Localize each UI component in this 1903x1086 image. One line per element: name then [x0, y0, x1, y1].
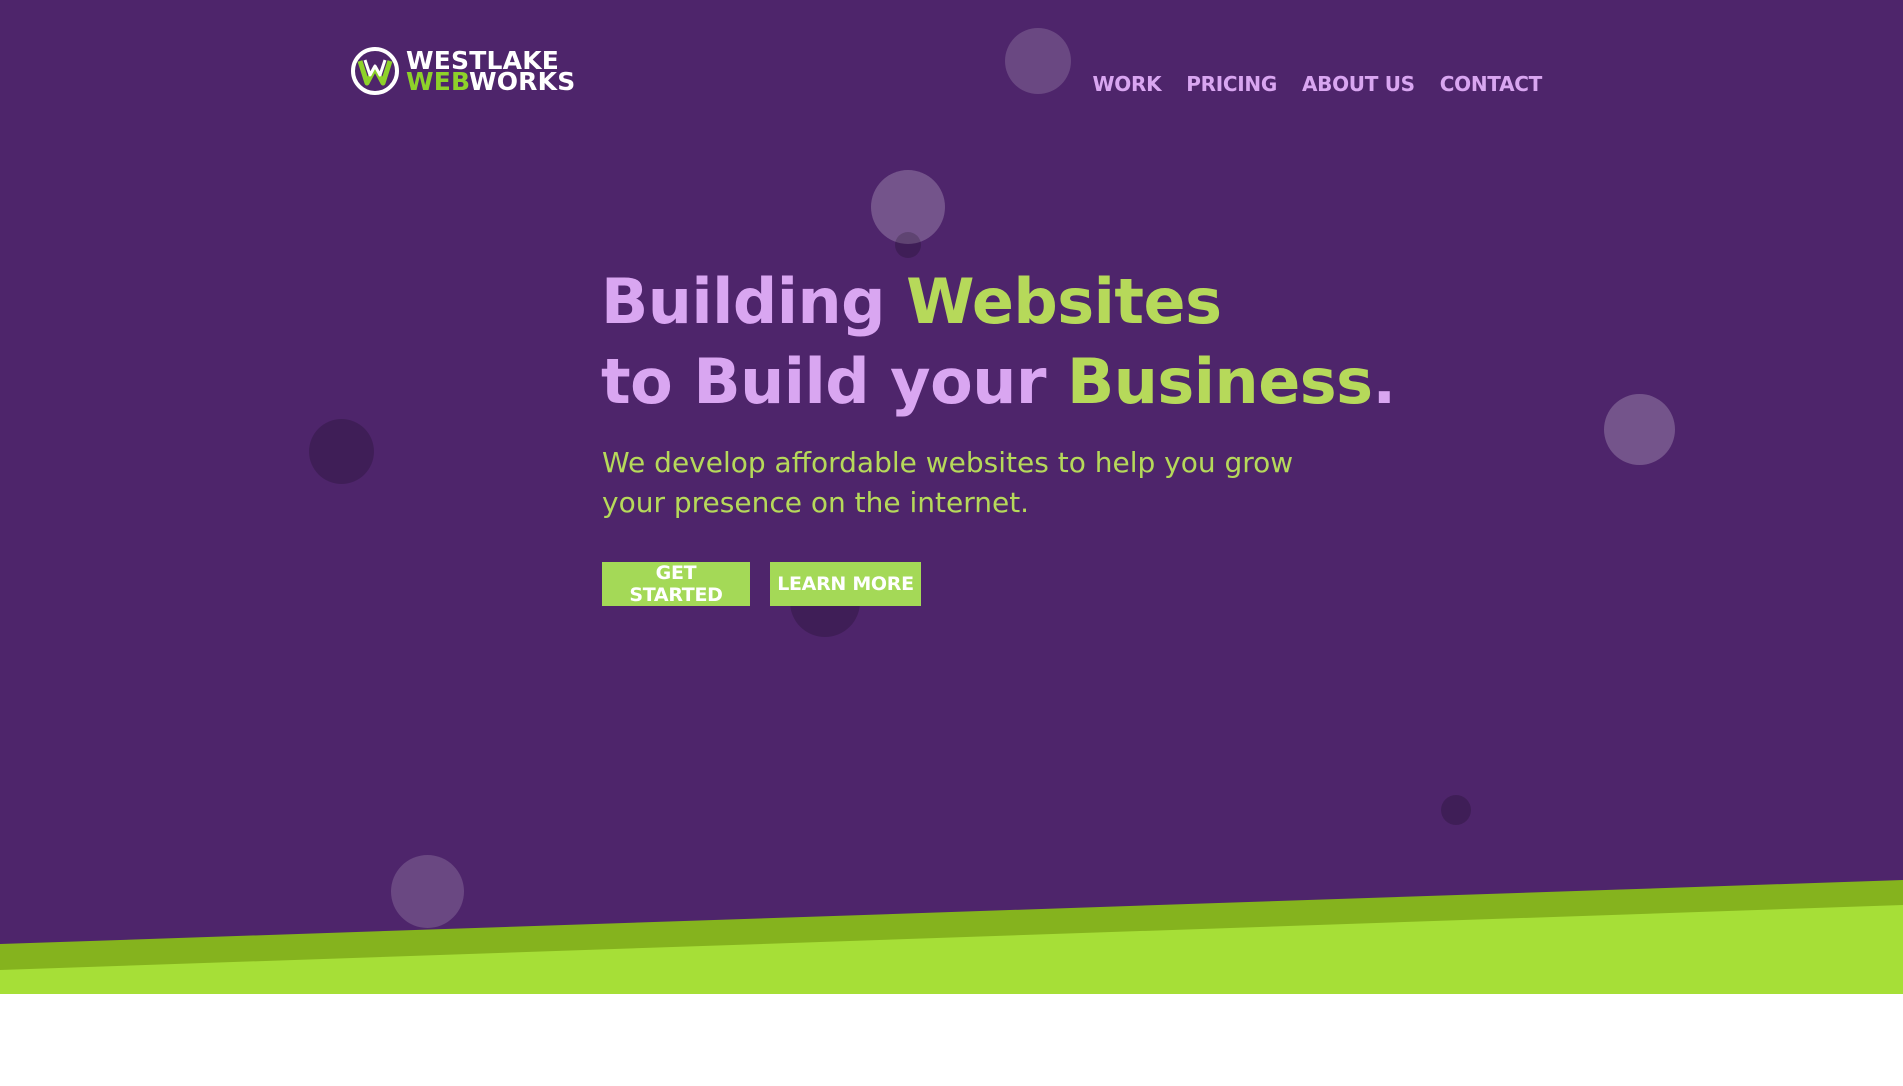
nav-item-pricing[interactable]: PRICING	[1186, 72, 1277, 96]
brand-line2-accent: WEB	[406, 67, 469, 96]
headline-word-building: Building	[601, 265, 907, 338]
main-nav: WORK PRICING ABOUT US CONTACT	[1093, 72, 1543, 96]
brand-line2: WEBWORKS	[406, 69, 575, 94]
headline-words-build-your: to Build your	[601, 345, 1067, 418]
brand-logo[interactable]: WESTLAKE WEBWORKS	[350, 46, 575, 96]
nav-item-contact[interactable]: CONTACT	[1440, 72, 1543, 96]
brand-line2-rest: WORKS	[468, 67, 576, 96]
headline-period: .	[1372, 345, 1397, 418]
headline-word-websites: Websites	[906, 265, 1222, 338]
headline-line1: Building Websites	[601, 265, 1222, 338]
learn-more-button[interactable]: LEARN MORE	[770, 562, 921, 606]
headline-line2: to Build your Business.	[601, 345, 1396, 418]
hero-subtitle: We develop affordable websites to help y…	[602, 446, 1294, 519]
w-emblem-icon	[351, 47, 399, 95]
nav-item-work[interactable]: WORK	[1093, 72, 1162, 96]
headline-word-business: Business	[1067, 345, 1373, 418]
get-started-button[interactable]: GET STARTED	[602, 562, 750, 606]
brand-wordmark: WESTLAKE WEBWORKS	[406, 48, 575, 94]
hero-headline: Building Websites to Build your Business…	[601, 262, 1396, 422]
hero-section: WESTLAKE WEBWORKS WORK PRICING ABOUT US …	[0, 0, 1903, 994]
nav-item-about-us[interactable]: ABOUT US	[1302, 72, 1415, 96]
